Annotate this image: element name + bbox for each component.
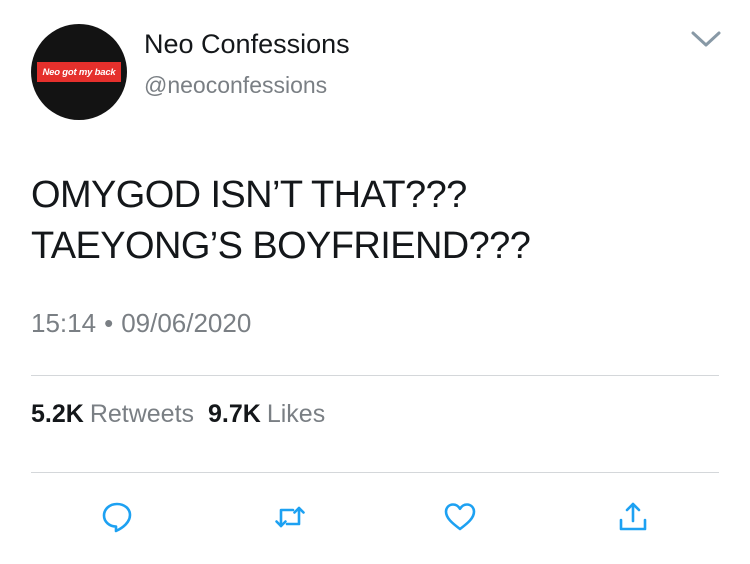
tweet-stats: 5.2K Retweets 9.7K Likes: [31, 400, 339, 429]
retweet-icon: [272, 500, 308, 534]
retweets-label[interactable]: Retweets: [90, 400, 194, 428]
avatar-label-text: Neo got my back: [42, 66, 116, 78]
retweets-count[interactable]: 5.2K: [31, 400, 84, 428]
tweet-text: OMYGOD ISN’T THAT??? TAEYONG’S BOYFRIEND…: [31, 170, 531, 272]
divider: [31, 472, 719, 473]
divider: [31, 375, 719, 376]
retweet-button[interactable]: [270, 497, 310, 537]
separator-dot: •: [104, 308, 114, 338]
avatar-label-box: Neo got my back: [37, 62, 121, 82]
avatar[interactable]: Neo got my back: [31, 24, 127, 120]
likes-label[interactable]: Likes: [267, 400, 325, 428]
like-button[interactable]: [440, 497, 480, 537]
author-display-name[interactable]: Neo Confessions: [144, 29, 350, 60]
likes-count[interactable]: 9.7K: [208, 400, 261, 428]
chevron-down-icon[interactable]: [689, 28, 723, 50]
reply-button[interactable]: [97, 497, 137, 537]
tweet-line-2: TAEYONG’S BOYFRIEND???: [31, 225, 531, 267]
share-button[interactable]: [613, 497, 653, 537]
tweet-timestamp[interactable]: 15:14 • 09/06/2020: [31, 308, 251, 339]
author-handle[interactable]: @neoconfessions: [144, 72, 327, 99]
tweet-date: 09/06/2020: [121, 308, 252, 338]
heart-icon: [442, 500, 478, 534]
tweet-time: 15:14: [31, 308, 97, 338]
share-icon: [616, 500, 650, 534]
reply-icon: [100, 500, 134, 534]
tweet-line-1: OMYGOD ISN’T THAT???: [31, 174, 467, 216]
